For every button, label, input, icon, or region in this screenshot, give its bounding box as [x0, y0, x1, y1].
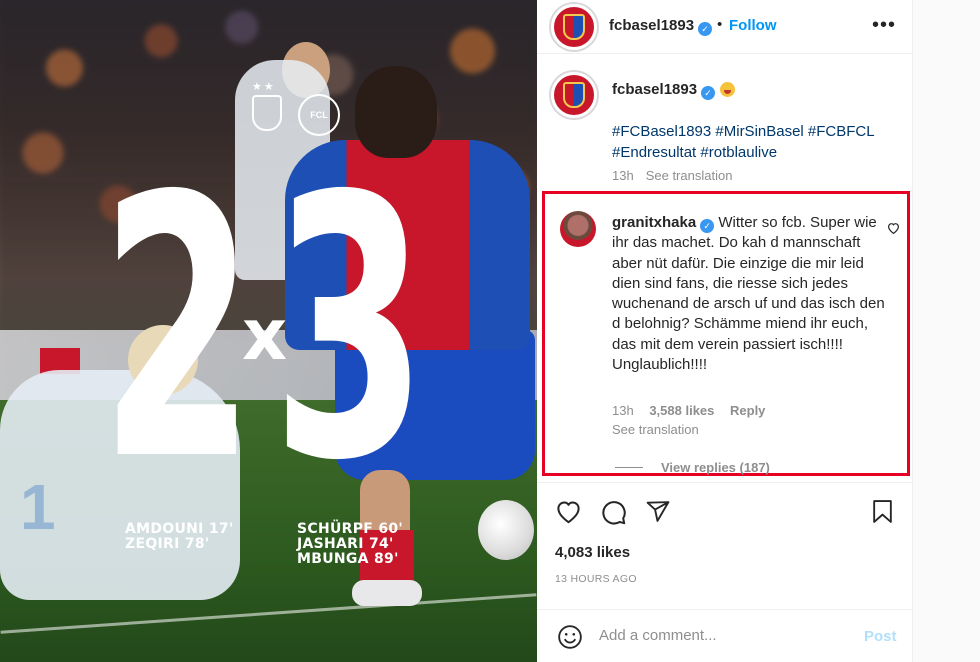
scorer-line: ZEQIRI 78' [125, 536, 210, 552]
post-caption: fcbasel1893 ✓ #FCBasel1893 #MirSinBasel #… [537, 54, 913, 188]
highlighted-comment: granitxhaka ✓ Witter so fcb. Super wie ih… [542, 191, 910, 476]
view-replies-label[interactable]: View replies (187) [661, 460, 770, 475]
comment-see-translation[interactable]: See translation [612, 422, 699, 437]
player-red-boot [352, 580, 422, 606]
scorers-home: AMDOUNI 17' ZEQIRI 78' [125, 522, 234, 552]
emoji-icon[interactable] [557, 624, 583, 650]
comment-username[interactable]: granitxhaka [612, 214, 696, 231]
heart-icon[interactable] [555, 499, 582, 524]
verified-badge-icon: ✓ [701, 86, 716, 100]
reply-button[interactable]: Reply [730, 403, 765, 418]
follow-button[interactable]: Follow [729, 17, 777, 34]
verified-badge-icon: ✓ [700, 219, 715, 233]
comment-likes[interactable]: 3,588 likes [649, 403, 714, 418]
scorer-line: AMDOUNI 17' [125, 521, 234, 537]
fcb-logo-icon [563, 14, 585, 40]
caption-hashtags[interactable]: #FCBasel1893 #MirSinBasel #FCBFCL #Endre… [612, 121, 897, 163]
replies-dash [615, 467, 643, 468]
comment-text: Witter so fcb. Super wie ihr das machet.… [612, 214, 885, 374]
page-background [913, 0, 980, 662]
comment-avatar[interactable] [560, 211, 596, 247]
share-icon[interactable] [645, 499, 671, 524]
score-away: 3 [272, 120, 428, 539]
post-timestamp: 13 HOURS AGO [555, 573, 637, 585]
crest-stars: ★★ [252, 81, 276, 93]
player-number: 1 [20, 471, 56, 543]
caption-meta: 13h See translation [612, 168, 732, 183]
caption-see-translation[interactable]: See translation [646, 168, 733, 183]
avatar[interactable] [551, 4, 597, 50]
football [478, 500, 534, 560]
fcb-logo-icon [563, 82, 585, 108]
view-replies-button[interactable]: View replies (187) [615, 460, 770, 475]
comment-meta: 13h 3,588 likes Reply [612, 403, 777, 418]
scorer-line: JASHARI 74' [297, 536, 394, 552]
verified-badge-icon: ✓ [698, 22, 713, 36]
comment-input[interactable] [599, 622, 839, 648]
add-comment-bar: Post [537, 609, 913, 662]
comment-icon[interactable] [600, 499, 627, 526]
score-home: 2 [100, 120, 255, 539]
post-comment-button[interactable]: Post [864, 628, 897, 645]
header-username[interactable]: fcbasel1893 ✓ [609, 17, 713, 36]
caption-username[interactable]: fcbasel1893 ✓ [612, 81, 736, 100]
post-header: fcbasel1893 ✓ • Follow ••• [537, 0, 913, 54]
comment-body: granitxhaka ✓ Witter so fcb. Super wie ih… [612, 213, 890, 375]
scorers-away: SCHÜRPF 60' JASHARI 74' MBUNGA 89' [297, 522, 403, 567]
post-actions [537, 482, 913, 538]
post-sidebar: fcbasel1893 ✓ • Follow ••• fcbasel1893 ✓ #… [537, 0, 913, 662]
scorer-line: SCHÜRPF 60' [297, 521, 403, 537]
username-text[interactable]: fcbasel1893 [612, 81, 697, 98]
bookmark-icon[interactable] [871, 499, 894, 524]
caption-avatar[interactable] [551, 72, 597, 118]
scorer-line: MBUNGA 89' [297, 551, 399, 567]
more-options-icon[interactable]: ••• [872, 14, 896, 37]
caption-time: 13h [612, 168, 634, 183]
comment-time: 13h [612, 403, 634, 418]
post-image[interactable]: 1 ★★ FCL 2 x 3 AMDOUNI 17' ZEQIRI 78' SC… [0, 0, 537, 662]
username-text[interactable]: fcbasel1893 [609, 17, 694, 34]
post-likes[interactable]: 4,083 likes [555, 544, 630, 561]
header-separator: • [717, 16, 723, 33]
angry-emoji-icon [720, 82, 736, 97]
comment-like-heart-icon[interactable] [887, 222, 900, 234]
